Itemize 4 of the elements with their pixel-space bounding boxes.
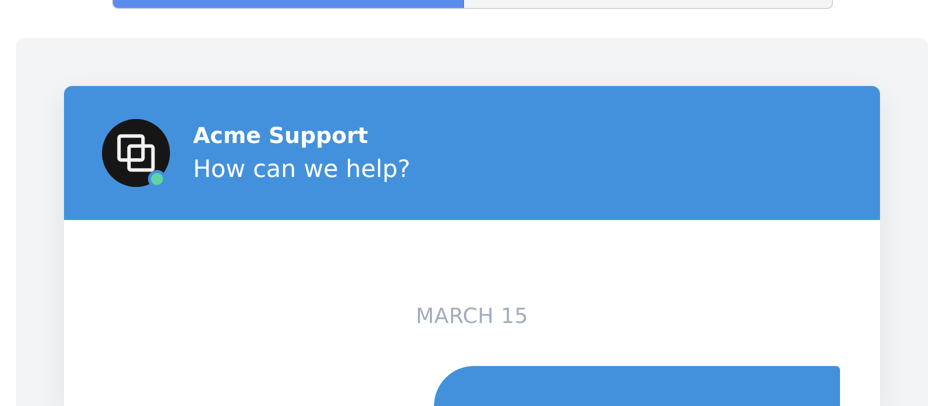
chat-title: Acme Support	[193, 124, 370, 148]
logo-icon	[117, 134, 155, 172]
date-label: MARCH 15	[416, 304, 528, 328]
chat-subtitle: How can we help?	[193, 154, 410, 182]
